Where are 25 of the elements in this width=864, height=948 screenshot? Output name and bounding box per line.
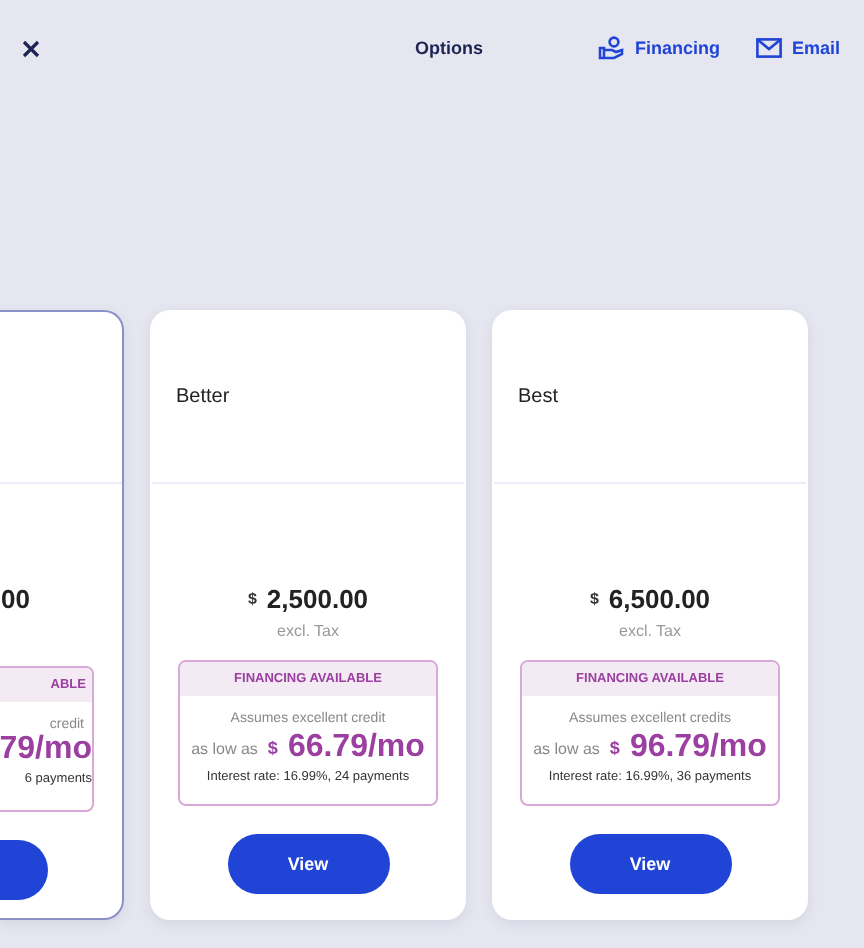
hand-coins-icon <box>598 36 625 60</box>
price: 2,500.00 <box>266 584 369 614</box>
option-name: Better <box>176 386 230 408</box>
price: 00 <box>1 584 30 614</box>
currency-symbol: $ <box>609 738 620 758</box>
header-link[interactable]: Email <box>755 36 840 60</box>
envelope-icon <box>755 38 782 58</box>
monthly-payment: 96.79/mo <box>629 730 767 766</box>
page-title: Options <box>414 38 483 58</box>
header-link[interactable]: Financing <box>598 36 720 60</box>
close-icon[interactable] <box>22 39 40 57</box>
price: 6,500.00 <box>608 584 711 614</box>
view-button[interactable]: View <box>569 834 731 894</box>
tax-note: excl. Tax <box>277 622 339 640</box>
currency-symbol: $ <box>267 738 278 758</box>
currency-symbol: $ <box>247 590 257 608</box>
monthly-payment: 66.79/mo <box>287 730 425 766</box>
currency-symbol: $ <box>589 590 599 608</box>
monthly-payment: 79/mo <box>0 732 92 768</box>
tax-note: excl. Tax <box>619 622 681 640</box>
as-low-as-label: as low as <box>191 739 258 757</box>
view-button[interactable] <box>0 840 48 900</box>
option-name: Best <box>518 386 559 408</box>
view-button[interactable]: View <box>227 834 389 894</box>
as-low-as-label: as low as <box>533 739 600 757</box>
